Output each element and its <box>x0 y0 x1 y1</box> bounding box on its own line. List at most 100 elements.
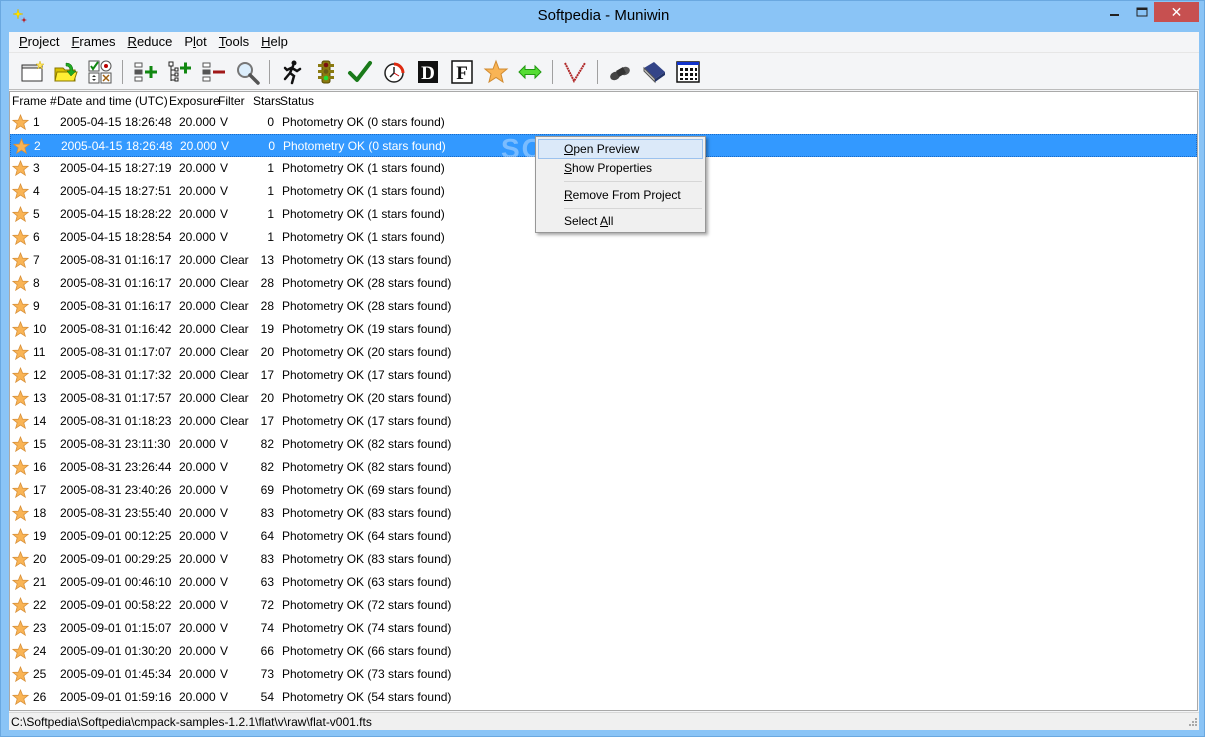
remove-frames-button[interactable] <box>196 57 230 87</box>
column-header-frame[interactable]: Frame # <box>12 94 57 108</box>
cell-date: 2005-09-01 00:12:25 <box>60 529 172 543</box>
star-icon <box>12 275 29 292</box>
cell-filter: V <box>220 644 229 658</box>
matching-button[interactable] <box>513 57 547 87</box>
photometry-button[interactable] <box>479 57 513 87</box>
express-reduction-button[interactable] <box>275 57 309 87</box>
cell-frame: 26 <box>33 690 47 704</box>
book-icon <box>643 61 665 83</box>
table-row[interactable]: 9 2005-08-31 01:16:17 20.000 Clear 28 Photome… <box>10 295 1197 318</box>
cell-exposure: 20.000 <box>179 598 216 612</box>
table-row[interactable]: 21 2005-09-01 00:46:10 20.000 V 63 Photometry… <box>10 571 1197 594</box>
maximize-button[interactable] <box>1128 2 1156 22</box>
cell-exposure: 20.000 <box>179 690 216 704</box>
conversion-button[interactable] <box>309 57 343 87</box>
column-header-exposure[interactable]: Exposure <box>169 94 220 108</box>
catalog-button[interactable] <box>637 57 671 87</box>
table-row[interactable]: 10 2005-08-31 01:16:42 20.000 Clear 19 Photom… <box>10 318 1197 341</box>
star-icon <box>12 344 29 361</box>
resize-grip-icon[interactable] <box>1183 714 1199 730</box>
column-header-date[interactable]: Date and time (UTC) <box>57 94 168 108</box>
cell-stars: 1 <box>267 230 274 244</box>
table-row[interactable]: 24 2005-09-01 01:30:20 20.000 V 66 Photometry… <box>10 640 1197 663</box>
checkmark-icon <box>348 60 372 82</box>
column-header-stars[interactable]: Stars <box>253 94 281 108</box>
edit-project-button[interactable] <box>83 57 117 87</box>
open-project-button[interactable] <box>49 57 83 87</box>
table-row[interactable]: 13 2005-08-31 01:17:57 20.000 Clear 20 Photom… <box>10 387 1197 410</box>
cell-filter: Clear <box>220 345 249 359</box>
table-row[interactable]: 17 2005-08-31 23:40:26 20.000 V 69 Photometry… <box>10 479 1197 502</box>
table-row[interactable]: 15 2005-08-31 23:11:30 20.000 V 82 Photometry… <box>10 433 1197 456</box>
cell-filter: V <box>220 460 229 474</box>
title-bar[interactable]: Softpedia - Muniwin ✕ <box>1 1 1205 31</box>
preview-button[interactable] <box>230 57 264 87</box>
context-item-open-preview[interactable]: Open Preview <box>538 139 703 159</box>
table-row[interactable]: 12 2005-08-31 01:17:32 20.000 Clear 17 Photom… <box>10 364 1197 387</box>
cell-exposure: 20.000 <box>179 368 216 382</box>
cell-stars: 0 <box>267 115 274 129</box>
dark-correction-button[interactable]: D <box>411 57 445 87</box>
status-bar: C:\Softpedia\Softpedia\cmpack-samples-1.… <box>9 712 1199 730</box>
star-icon <box>12 528 29 545</box>
cell-filter: V <box>220 230 229 244</box>
column-header-filter[interactable]: Filter <box>218 94 245 108</box>
find-variables-button[interactable] <box>603 57 637 87</box>
table-row[interactable]: 8 2005-08-31 01:16:17 20.000 Clear 28 Photome… <box>10 272 1197 295</box>
context-item-select-all[interactable]: Select All <box>538 211 703 231</box>
cell-frame: 21 <box>33 575 47 589</box>
table-row[interactable]: 19 2005-09-01 00:12:25 20.000 V 64 Photometry… <box>10 525 1197 548</box>
cell-stars: 0 <box>268 139 275 153</box>
cell-status: Photometry OK (1 stars found) <box>282 207 445 221</box>
menu-tools[interactable]: Tools <box>213 32 255 52</box>
time-correction-button[interactable] <box>377 57 411 87</box>
cell-exposure: 20.000 <box>179 207 216 221</box>
star-icon <box>12 643 29 660</box>
table-row[interactable]: 7 2005-08-31 01:16:17 20.000 Clear 13 Photome… <box>10 249 1197 272</box>
cell-status: Photometry OK (20 stars found) <box>282 345 452 359</box>
table-row[interactable]: 22 2005-09-01 00:58:22 20.000 V 72 Photometry… <box>10 594 1197 617</box>
add-folder-button[interactable] <box>162 57 196 87</box>
table-button[interactable] <box>671 57 705 87</box>
light-curve-button[interactable] <box>558 57 592 87</box>
table-row[interactable]: 26 2005-09-01 01:59:16 20.000 V 54 Photometry… <box>10 686 1197 709</box>
cell-frame: 16 <box>33 460 47 474</box>
menu-frames[interactable]: Frames <box>65 32 121 52</box>
flat-correction-button[interactable]: F <box>445 57 479 87</box>
cell-stars: 69 <box>260 483 274 497</box>
cell-exposure: 20.000 <box>179 276 216 290</box>
context-separator <box>564 208 702 209</box>
add-frames-button[interactable] <box>128 57 162 87</box>
table-row[interactable]: 1 2005-04-15 18:26:48 20.000 V 0 Photometry O… <box>10 111 1197 134</box>
table-row[interactable]: 23 2005-09-01 01:15:07 20.000 V 74 Photometry… <box>10 617 1197 640</box>
close-button[interactable]: ✕ <box>1154 2 1199 22</box>
cell-filter: V <box>220 115 229 129</box>
minimize-button[interactable] <box>1101 2 1129 22</box>
menu-project[interactable]: Project <box>13 32 65 52</box>
add-tree-icon <box>168 61 191 81</box>
cell-filter: Clear <box>220 276 249 290</box>
menu-plot[interactable]: Plot <box>178 32 212 52</box>
context-item-label: pen Preview <box>573 142 640 156</box>
cell-frame: 5 <box>33 207 40 221</box>
star-icon <box>12 620 29 637</box>
cell-status: Photometry OK (83 stars found) <box>282 552 452 566</box>
cell-filter: Clear <box>220 253 249 267</box>
context-item-show-properties[interactable]: Show Properties <box>538 158 703 178</box>
menu-help[interactable]: Help <box>255 32 294 52</box>
table-row[interactable]: 20 2005-09-01 00:29:25 20.000 V 83 Photometry… <box>10 548 1197 571</box>
status-path: C:\Softpedia\Softpedia\cmpack-samples-1.… <box>11 715 372 729</box>
menu-reduce[interactable]: Reduce <box>122 32 179 52</box>
context-item-remove-from-project[interactable]: Remove From Project <box>538 185 703 205</box>
table-row[interactable]: 16 2005-08-31 23:26:44 20.000 V 82 Photometry… <box>10 456 1197 479</box>
column-header-status[interactable]: Status <box>280 94 314 108</box>
table-row[interactable]: 25 2005-09-01 01:45:34 20.000 V 73 Photometry… <box>10 663 1197 686</box>
cell-date: 2005-04-15 18:27:19 <box>60 161 172 175</box>
check-button[interactable] <box>343 57 377 87</box>
cell-frame: 13 <box>33 391 47 405</box>
new-project-button[interactable] <box>15 57 49 87</box>
table-row[interactable]: 11 2005-08-31 01:17:07 20.000 Clear 20 Photom… <box>10 341 1197 364</box>
cell-exposure: 20.000 <box>179 575 216 589</box>
table-row[interactable]: 14 2005-08-31 01:18:23 20.000 Clear 17 Photom… <box>10 410 1197 433</box>
table-row[interactable]: 18 2005-08-31 23:55:40 20.000 V 83 Photometry… <box>10 502 1197 525</box>
